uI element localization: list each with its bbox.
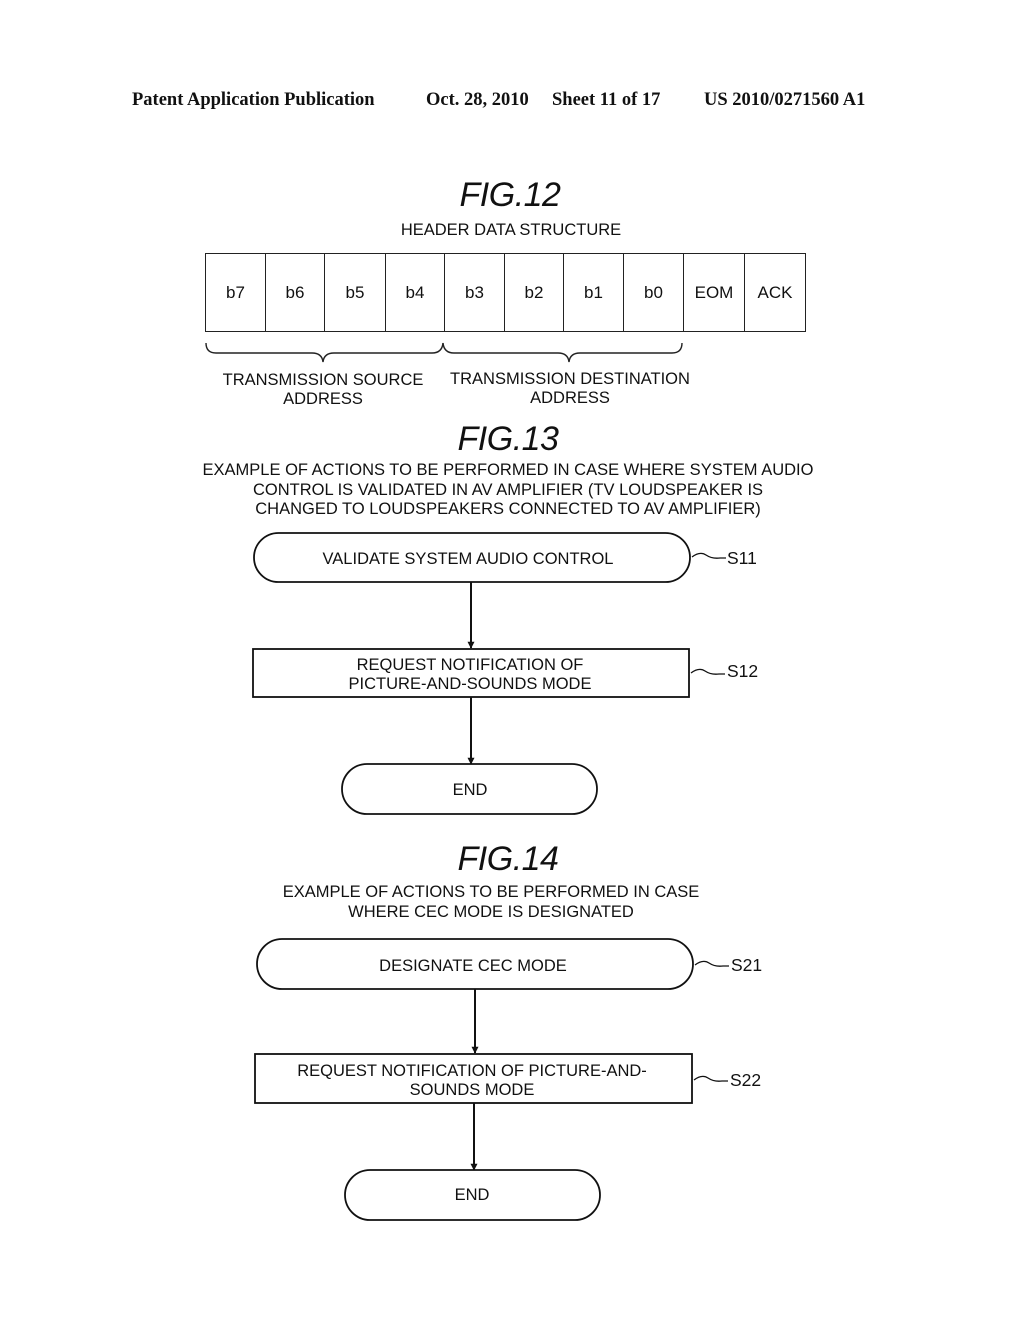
s21-text: DESIGNATE CEC MODE — [379, 957, 567, 975]
destination-address-label-line1: TRANSMISSION DESTINATION — [450, 370, 690, 388]
s22-text-line1: REQUEST NOTIFICATION OF PICTURE-AND- — [297, 1062, 647, 1080]
fig14-caption: EXAMPLE OF ACTIONS TO BE PERFORMED IN CA… — [283, 883, 700, 922]
fig14-end-text: END — [455, 1186, 490, 1204]
source-address-label-line2: ADDRESS — [283, 390, 363, 408]
s11-label: S11 — [727, 548, 757, 568]
fig14-caption-line1: EXAMPLE OF ACTIONS TO BE PERFORMED IN CA… — [282, 883, 700, 901]
s22-label: S22 — [730, 1070, 761, 1090]
s12-text-line1: REQUEST NOTIFICATION OF — [357, 656, 584, 674]
destination-address-brace — [442, 342, 683, 363]
source-address-label-line1: TRANSMISSION SOURCE — [222, 371, 424, 389]
s22-text-line2: SOUNDS MODE — [410, 1081, 535, 1099]
s12-text-line2: PICTURE-AND-SOUNDS MODE — [349, 675, 592, 693]
fig13-caption-line3: CHANGED TO LOUDSPEAKERS CONNECTED TO AV … — [255, 500, 761, 518]
source-address-label: TRANSMISSION SOURCE ADDRESS — [223, 371, 424, 409]
s21-leader — [694, 960, 729, 967]
s12-label: S12 — [727, 661, 758, 681]
diagram-lines: VALIDATE SYSTEM AUDIO CONTROL REQUEST NO… — [205, 342, 762, 1221]
destination-address-label: TRANSMISSION DESTINATION ADDRESS — [450, 370, 690, 408]
fig13-end-text: END — [453, 781, 488, 799]
source-address-brace — [205, 342, 444, 363]
s22-leader — [693, 1075, 728, 1082]
fig13-caption-line1: EXAMPLE OF ACTIONS TO BE PERFORMED IN CA… — [202, 461, 814, 479]
fig13-title: FIG.13 — [457, 420, 559, 458]
s21-label: S21 — [731, 955, 762, 975]
fig13-caption-line2: CONTROL IS VALIDATED IN AV AMPLIFIER (TV… — [252, 480, 764, 499]
s12-leader — [690, 668, 725, 675]
s11-leader — [691, 552, 726, 559]
fig13-caption: EXAMPLE OF ACTIONS TO BE PERFORMED IN CA… — [203, 461, 814, 520]
fig14-caption-line2: WHERE CEC MODE IS DESIGNATED — [348, 902, 634, 921]
fig14-title: FIG.14 — [457, 840, 559, 878]
s11-text: VALIDATE SYSTEM AUDIO CONTROL — [323, 550, 614, 568]
destination-address-label-line2: ADDRESS — [530, 389, 610, 407]
